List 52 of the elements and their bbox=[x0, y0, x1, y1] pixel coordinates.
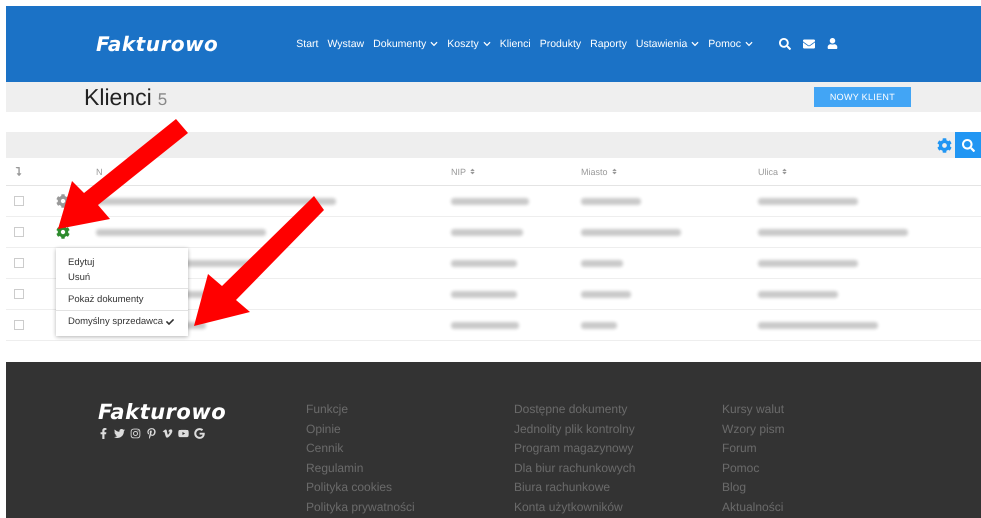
row-checkbox[interactable] bbox=[14, 320, 24, 330]
nav-link[interactable]: Klienci bbox=[500, 38, 531, 50]
menu-item[interactable]: Domyślny sprzedawca bbox=[56, 314, 186, 329]
search-icon[interactable] bbox=[778, 38, 791, 50]
column-header[interactable]: N bbox=[96, 166, 102, 176]
sort-icon[interactable] bbox=[469, 168, 476, 175]
nav-link[interactable]: Wystaw bbox=[327, 38, 364, 50]
page-title: Klienci bbox=[84, 84, 152, 110]
pinterest-icon[interactable] bbox=[146, 428, 157, 439]
blurred-text bbox=[581, 198, 641, 204]
settings-icon bbox=[936, 138, 952, 152]
vimeo-icon[interactable] bbox=[162, 428, 173, 439]
column-header[interactable]: Ulica bbox=[758, 166, 778, 176]
sort-icon[interactable] bbox=[610, 168, 618, 175]
twitter-icon[interactable] bbox=[114, 428, 125, 439]
nav-link[interactable]: Produkty bbox=[540, 38, 582, 50]
nav-link[interactable]: Dokumenty bbox=[373, 38, 438, 50]
blurred-text bbox=[581, 322, 617, 328]
user-icon[interactable] bbox=[826, 38, 838, 49]
facebook-icon[interactable] bbox=[98, 428, 109, 439]
nav-link[interactable]: Start bbox=[296, 38, 318, 50]
sort-icon[interactable] bbox=[781, 168, 788, 175]
column-header[interactable]: NIP bbox=[451, 166, 466, 176]
client-count: 5 bbox=[158, 90, 168, 110]
sort-reset-icon[interactable] bbox=[14, 167, 23, 176]
menu-item[interactable]: Pokaż dokumenty bbox=[56, 292, 156, 307]
blurred-text bbox=[581, 260, 623, 266]
row-checkbox[interactable] bbox=[14, 258, 24, 268]
row-checkbox[interactable] bbox=[14, 227, 24, 237]
logo[interactable]: Fakturowo bbox=[96, 32, 218, 56]
blurred-text bbox=[581, 290, 631, 298]
row-checkbox[interactable] bbox=[14, 289, 24, 299]
nav-link[interactable]: Raporty bbox=[590, 38, 627, 50]
blurred-text bbox=[451, 260, 517, 266]
new-client-button[interactable]: NOWY KLIENT bbox=[814, 87, 911, 107]
blurred-text bbox=[451, 322, 519, 328]
nav-link[interactable]: Ustawienia bbox=[636, 38, 700, 50]
blurred-text bbox=[451, 228, 523, 236]
nav-link[interactable]: Koszty bbox=[447, 38, 491, 50]
search-button[interactable] bbox=[955, 132, 981, 158]
google-icon[interactable] bbox=[194, 428, 205, 439]
youtube-icon[interactable] bbox=[178, 428, 189, 439]
blurred-text bbox=[451, 290, 517, 298]
menu-item[interactable]: Edytuj bbox=[56, 255, 106, 270]
instagram-icon[interactable] bbox=[130, 428, 141, 439]
column-header[interactable]: Miasto bbox=[581, 166, 608, 176]
nav-link[interactable]: Pomoc bbox=[708, 38, 753, 50]
menu-item[interactable]: Usuń bbox=[56, 270, 102, 285]
search-icon bbox=[962, 138, 974, 152]
mail-icon[interactable] bbox=[802, 38, 815, 50]
footer-logo[interactable]: Fakturowo bbox=[98, 400, 306, 424]
row-checkbox[interactable] bbox=[14, 196, 24, 206]
